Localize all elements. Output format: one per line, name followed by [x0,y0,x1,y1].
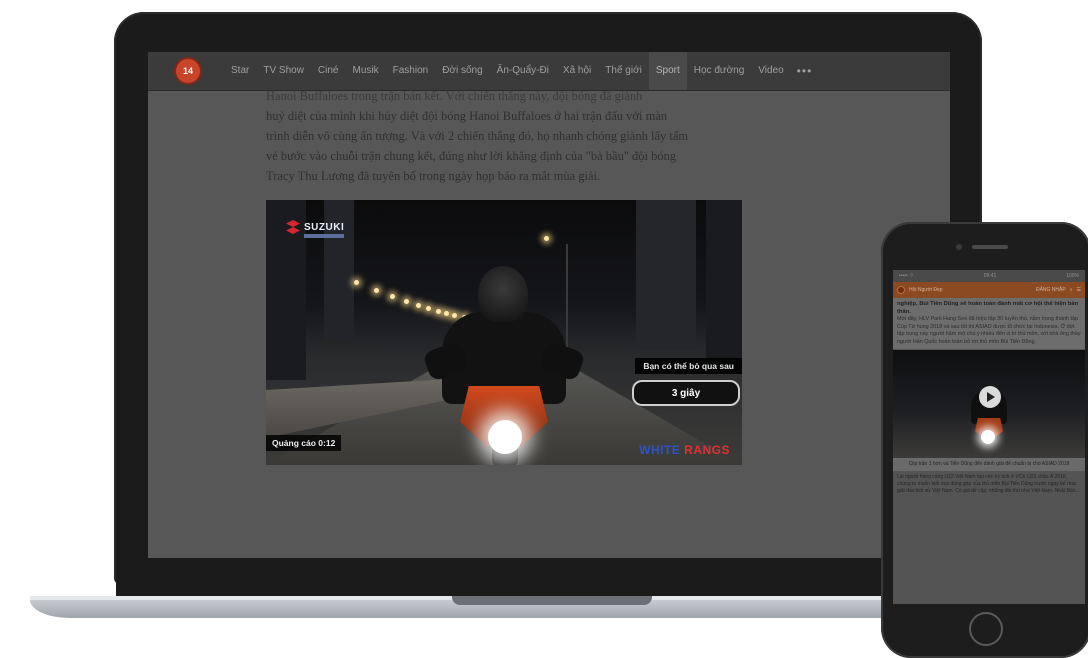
ad-brand-part: WHITE [639,443,681,457]
site-logo[interactable]: 14 [176,59,200,83]
phone-site-header: Hội Người Đẹp ĐĂNG NHẬP ⌕ ☰ [893,282,1085,298]
nav-item-video[interactable]: Video [751,52,790,90]
nav-item-cine[interactable]: Ciné [311,52,346,90]
phone-screen: ••••• ⌔ 09:41 100% Hội Người Đẹp ĐĂNG NH… [893,270,1085,604]
street-lamp [374,288,379,293]
clock: 09:41 [983,273,997,279]
phone-article: nghiệp, Bùi Tiến Dũng sẽ hoàn toàn đánh … [893,298,1085,349]
skip-prompt: Bạn có thể bỏ qua sau [635,358,742,374]
article-line: Hanoi Buffaloes trong trận bán kết. Với … [266,89,643,103]
sponsor-name: SUZUKI [304,221,345,233]
sponsor-logo: SUZUKI [286,220,344,234]
ad-brand-logo: WHITE RANGS [639,443,730,457]
play-icon[interactable] [979,386,1001,408]
article-body: Hanoi Buffaloes trong trận bán kết. Với … [266,86,744,186]
phone-speaker [972,245,1008,249]
laptop-hinge-notch [452,596,652,605]
sponsor-tagline [304,234,344,238]
nav-item-star[interactable]: Star [224,52,256,90]
login-link[interactable]: ĐĂNG NHẬP [1036,287,1066,293]
rider-helmet [478,266,528,322]
nav-item-xa-hoi[interactable]: Xã hội [556,52,598,90]
video-ad-player[interactable]: SUZUKI Bạn có thể bỏ qua sau 3 giây Quản… [266,200,742,465]
headlight [981,430,995,444]
suzuki-logo-icon [286,220,300,234]
nav-item-the-gioi[interactable]: Thế giới [598,52,649,90]
video-caption: Clip trận 1 hơn và Tiến Dũng đến dành gi… [893,458,1085,471]
street-lamp [544,236,549,241]
phone-video-player[interactable] [893,350,1085,458]
phone-camera [956,244,962,250]
street-lamp [444,311,449,316]
laptop-bezel-bottom [116,572,982,596]
ad-countdown: Quảng cáo 0:12 [266,435,342,451]
skip-ad-button[interactable]: 3 giây [632,380,740,406]
street-lamp [452,313,457,318]
article-line: Tracy Thu Lương đã tuyên bố trong ngày h… [266,169,601,183]
article-line: vé bước vào chuỗi trận chung kết, đúng n… [266,149,677,163]
street-lamp [390,294,395,299]
street-lamp [416,303,421,308]
building [636,200,696,350]
site-title: Hội Người Đẹp [909,287,943,293]
nav-item-hoc-duong[interactable]: Học đường [687,52,752,90]
site-logo[interactable] [897,286,905,294]
street-lamp [426,306,431,311]
street-lamp [354,280,359,285]
nav-item-an-quay-di[interactable]: Ăn-Quẩy-Đi [490,52,556,90]
battery-indicator: 100% [1066,273,1079,279]
phone-body-text: Lại người hùng cùng U23 Việt Nam tạo nên… [897,474,1080,494]
nav-item-musik[interactable]: Musik [346,52,386,90]
laptop-screen: 14 Star TV Show Ciné Musik Fashion Đời s… [148,52,950,558]
article-title: nghiệp, Bùi Tiến Dũng sẽ hoàn toàn đánh … [897,301,1079,315]
nav-item-tv-show[interactable]: TV Show [256,52,311,90]
article-line: trình diễn vô cùng ấn tượng. Và với 2 ch… [266,129,689,143]
article-text: Mới đây, HLV Park Hang Seo đã triệu tập … [897,316,1081,345]
nav-item-sport[interactable]: Sport [648,52,687,90]
phone-home-button[interactable] [969,612,1003,646]
signal-indicator: ••••• ⌔ [899,273,914,279]
headlight [488,420,522,454]
street-lamp [436,309,441,314]
more-menu-icon[interactable]: ••• [791,64,819,78]
search-icon[interactable]: ⌕ [1070,287,1073,293]
nav-item-fashion[interactable]: Fashion [386,52,436,90]
street-lamp [404,299,409,304]
ad-brand-part: RANGS [684,443,730,457]
nav-item-doi-song[interactable]: Đời sống [435,52,489,90]
article-line: huỷ diệt của mình khi hủy diệt đội bóng … [266,109,668,123]
building [706,200,742,370]
menu-icon[interactable]: ☰ [1077,287,1081,293]
phone-status-bar: ••••• ⌔ 09:41 100% [893,270,1085,282]
